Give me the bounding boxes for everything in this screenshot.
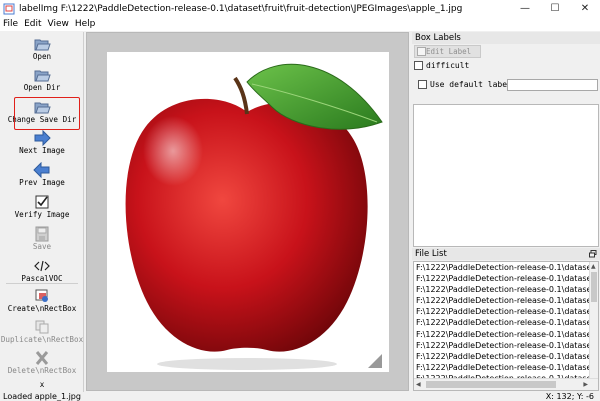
window-title: labelImg F:\1222\PaddleDetection-release… [19,3,463,14]
list-item[interactable]: F:\1222\PaddleDetection-release-0.1\data… [414,284,590,295]
cursor-coordinates: X: 132; Y: -6 [545,392,594,401]
list-item[interactable]: F:\1222\PaddleDetection-release-0.1\data… [414,351,590,362]
status-message: Loaded apple_1.jpg [3,392,81,401]
duplicate-rectbox-button[interactable]: Duplicate\nRectBox [0,319,84,344]
list-item[interactable]: F:\1222\PaddleDetection-release-0.1\data… [414,340,590,351]
duplicate-rectbox-label: Duplicate\nRectBox [0,335,84,344]
create-rectbox-label: Create\nRectBox [7,304,77,313]
file-list-header: File List [412,248,600,260]
next-image-button[interactable]: Next Image [0,130,84,155]
prev-image-label: Prev Image [19,178,65,187]
open-label: Open [32,52,52,61]
prev-image-button[interactable]: Prev Image [0,162,84,187]
save-button[interactable]: Save [0,226,84,251]
file-list[interactable]: F:\1222\PaddleDetection-release-0.1\data… [413,261,599,391]
list-item[interactable]: F:\1222\PaddleDetection-release-0.1\data… [414,295,590,306]
toolbar-divider [6,283,78,284]
open-button[interactable]: Open [0,36,84,61]
create-box-icon [35,289,48,302]
default-label-input[interactable] [507,79,598,91]
delete-x-icon [35,351,49,365]
delete-rectbox-label: Delete\nRectBox [7,366,77,375]
menu-view[interactable]: View [45,19,72,29]
list-item[interactable]: F:\1222\PaddleDetection-release-0.1\data… [414,362,590,373]
next-image-label: Next Image [19,146,65,155]
arrow-left-icon [33,162,50,178]
float-panel-icon[interactable] [589,250,597,258]
label-list[interactable] [413,104,599,247]
image-canvas[interactable] [86,32,409,391]
apple-photo [107,52,389,372]
edit-label-icon [417,47,426,56]
list-item[interactable]: F:\1222\PaddleDetection-release-0.1\data… [414,262,590,273]
maximize-button[interactable]: ☐ [540,0,570,17]
floppy-disk-icon [35,226,49,242]
file-list-title: File List [415,249,447,259]
edit-label-text: Edit Label [426,47,472,56]
file-list-panel: File List F:\1222\PaddleDetection-releas… [412,248,600,391]
list-item[interactable]: F:\1222\PaddleDetection-release-0.1\data… [414,317,590,328]
toolbar-more-label: x [39,380,45,389]
labelimg-app-icon [3,3,15,14]
apple-image [125,63,383,370]
list-item[interactable]: F:\1222\PaddleDetection-release-0.1\data… [414,329,590,340]
minimize-icon: — [520,3,530,14]
close-button[interactable]: ✕ [570,0,600,17]
close-icon: ✕ [580,3,590,14]
folder-open-icon [34,39,51,51]
resize-grip-icon[interactable] [368,354,382,368]
toolbar: Open Open Dir Change Save Dir Next Image… [0,32,84,392]
status-bar: Loaded apple_1.jpg X: 132; Y: -6 [0,392,600,401]
verify-image-button[interactable]: Verify Image [0,194,84,219]
list-item[interactable]: F:\1222\PaddleDetection-release-0.1\data… [414,273,590,284]
save-label: Save [32,242,52,251]
minimize-button[interactable]: — [510,0,540,17]
use-default-label-checkbox[interactable]: Use default label [418,80,512,89]
delete-rectbox-button[interactable]: Delete\nRectBox [0,350,84,375]
horizontal-scroll-thumb[interactable] [426,381,556,388]
menu-edit[interactable]: Edit [21,19,44,29]
highlight-box [14,97,80,130]
menu-bar: File Edit View Help [0,17,600,31]
maximize-icon: ☐ [550,3,560,14]
toolbar-more-button[interactable]: x [0,380,84,389]
box-labels-header: Box Labels [412,32,600,44]
vertical-scrollbar[interactable]: ▲ [589,262,598,378]
open-dir-button[interactable]: Open Dir [0,67,84,92]
folder-open-icon [34,70,51,82]
vertical-scroll-thumb[interactable] [591,272,597,302]
difficult-label: difficult [426,61,470,70]
horizontal-scrollbar[interactable]: ◀ ▶ [414,378,598,390]
use-default-label-text: Use default label [430,80,512,89]
difficult-checkbox[interactable]: difficult [414,61,469,70]
difficult-checkbox-box[interactable] [414,61,423,70]
save-format-label: PascalVOC [21,274,63,283]
list-item[interactable]: F:\1222\PaddleDetection-release-0.1\data… [414,306,590,317]
menu-help[interactable]: Help [72,19,99,29]
copy-icon [35,320,49,334]
open-dir-label: Open Dir [23,83,61,92]
scroll-up-icon[interactable]: ▲ [591,263,596,270]
box-labels-panel: Box Labels Edit Label difficult Use defa… [412,32,600,247]
menu-file[interactable]: File [0,19,21,29]
verify-image-label: Verify Image [14,210,70,219]
checkbox-checked-icon [35,195,49,209]
scroll-left-icon[interactable]: ◀ [416,381,421,388]
edit-label-button[interactable]: Edit Label [414,45,481,58]
title-bar: labelImg F:\1222\PaddleDetection-release… [0,0,600,17]
code-icon [34,260,50,272]
save-format-button[interactable]: PascalVOC [0,258,84,283]
use-default-label-checkbox-box[interactable] [418,80,427,89]
scroll-right-icon[interactable]: ▶ [583,381,588,388]
box-labels-title: Box Labels [415,33,461,43]
create-rectbox-button[interactable]: Create\nRectBox [0,288,84,313]
arrow-right-icon [34,130,51,146]
